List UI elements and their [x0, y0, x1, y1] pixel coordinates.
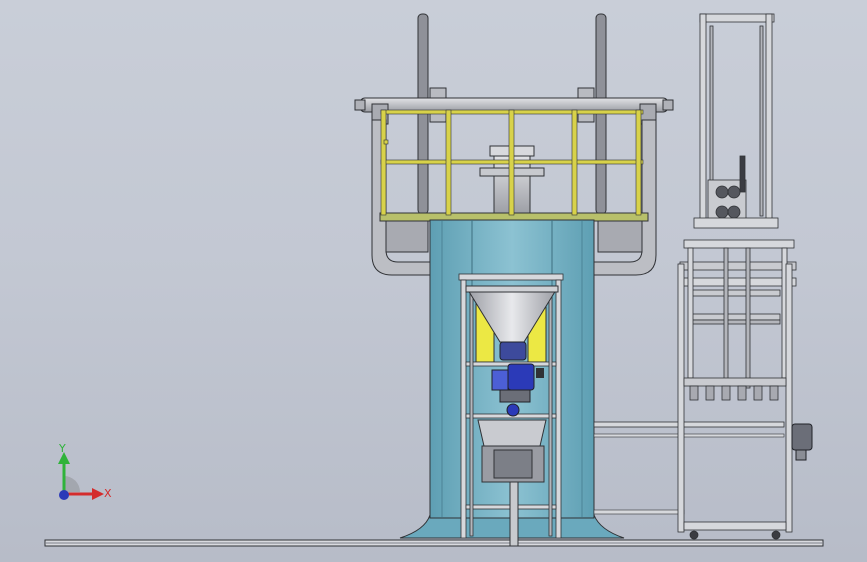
z-axis-icon: [59, 490, 69, 500]
machine-drawing: Y X: [44, 13, 824, 547]
base-rail: [44, 539, 824, 547]
y-axis-label: Y: [58, 442, 66, 455]
side-motor: [791, 423, 813, 461]
connecting-beam: [593, 421, 785, 515]
axis-triad: Y X: [58, 442, 112, 500]
lift-tower: [677, 13, 797, 540]
x-axis-label: X: [104, 487, 112, 500]
cad-viewport[interactable]: Y X: [0, 0, 867, 562]
